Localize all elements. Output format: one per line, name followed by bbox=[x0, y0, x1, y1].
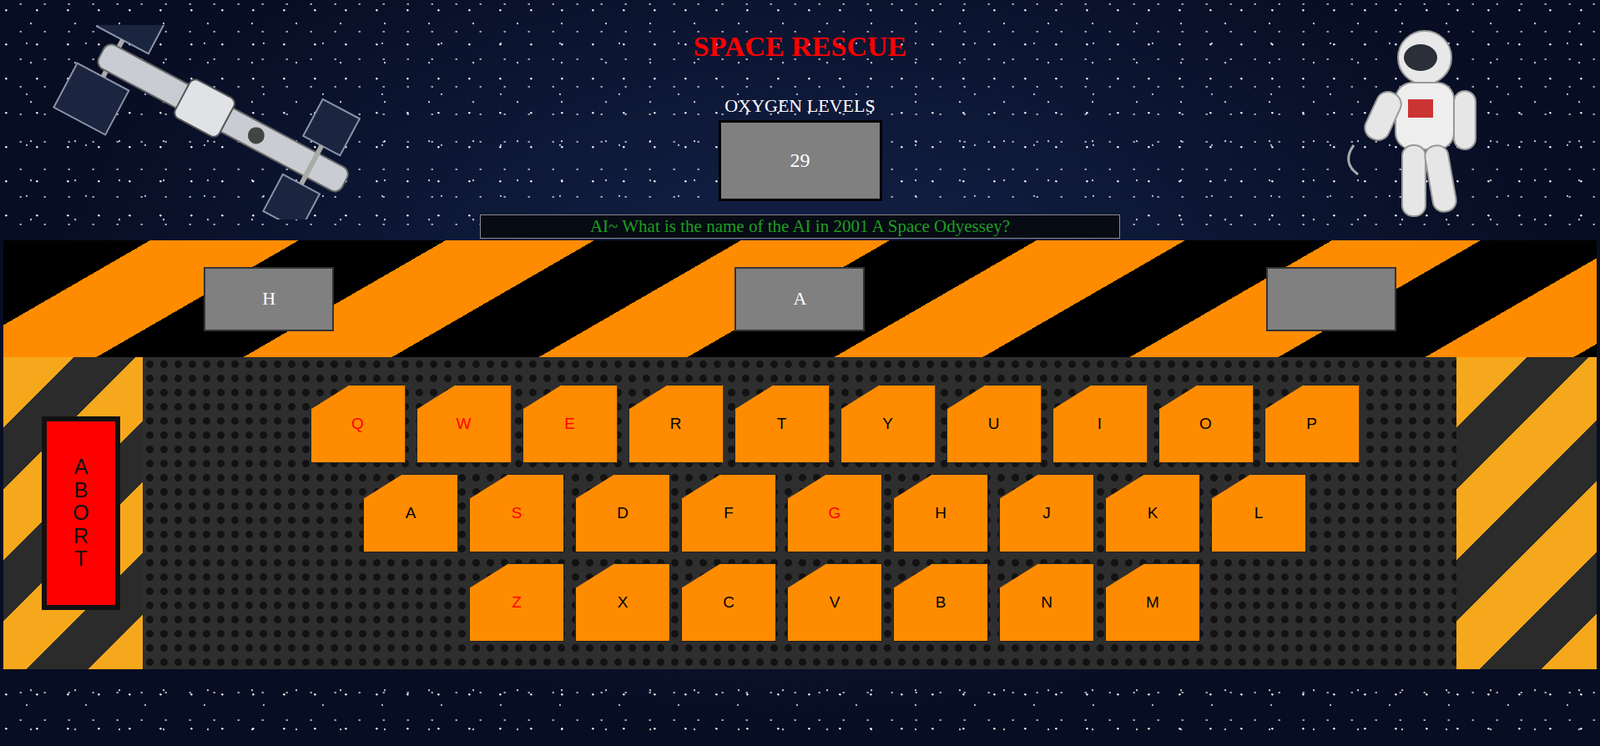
game-title: SPACE RESCUE bbox=[693, 30, 907, 64]
letter-key[interactable]: H bbox=[893, 474, 989, 553]
letter-key[interactable]: Y bbox=[840, 384, 936, 464]
letter-key[interactable]: J bbox=[999, 474, 1095, 553]
letter-key[interactable]: P bbox=[1264, 384, 1360, 464]
answer-band: HA bbox=[3, 240, 1597, 358]
answer-slot: A bbox=[734, 267, 865, 332]
oxygen-label: OXYGEN LEVELS bbox=[724, 96, 875, 116]
header: SPACE RESCUE OXYGEN LEVELS 29 AI~ What is t… bbox=[0, 0, 1600, 241]
keyboard-row: ASDFGHJKL bbox=[363, 474, 1307, 553]
keyboard-row: QWERTYUIOP bbox=[310, 384, 1360, 464]
letter-key[interactable]: Q bbox=[310, 384, 406, 464]
letter-key[interactable]: L bbox=[1211, 474, 1307, 553]
keyboard-row: ZXCVBNM bbox=[469, 563, 1201, 642]
game-screen: SPACE RESCUE OXYGEN LEVELS 29 AI~ What is t… bbox=[0, 0, 1600, 746]
letter-key[interactable]: U bbox=[946, 384, 1042, 464]
letter-key[interactable]: S bbox=[469, 474, 565, 553]
letter-key[interactable]: V bbox=[787, 563, 883, 642]
keyboard: QWERTYUIOPASDFGHJKLZXCVBNM bbox=[142, 357, 1457, 670]
letter-key[interactable]: W bbox=[416, 384, 512, 464]
letter-key[interactable]: N bbox=[999, 563, 1095, 642]
letter-key[interactable]: X bbox=[575, 563, 671, 642]
letter-key[interactable]: D bbox=[575, 474, 671, 553]
letter-key[interactable]: M bbox=[1105, 563, 1201, 642]
answer-slot bbox=[1266, 267, 1397, 332]
oxygen-level: 29 bbox=[718, 120, 883, 202]
letter-key[interactable]: R bbox=[628, 384, 724, 464]
answer-slot: H bbox=[203, 267, 334, 332]
astronaut-icon bbox=[1337, 20, 1490, 225]
letter-key[interactable]: G bbox=[787, 474, 883, 553]
abort-button[interactable]: ABORT bbox=[41, 416, 121, 611]
letter-key[interactable]: E bbox=[522, 384, 618, 464]
letter-key[interactable]: I bbox=[1052, 384, 1148, 464]
keyboard-panel: ABORTQWERTYUIOPASDFGHJKLZXCVBNM bbox=[3, 357, 1597, 670]
letter-key[interactable]: K bbox=[1105, 474, 1201, 553]
question-bar: AI~ What is the name of the AI in 2001 A… bbox=[479, 214, 1121, 239]
letter-key[interactable]: A bbox=[363, 474, 459, 553]
letter-key[interactable]: O bbox=[1158, 384, 1254, 464]
letter-key[interactable]: B bbox=[893, 563, 989, 642]
letter-key[interactable]: T bbox=[734, 384, 830, 464]
space-station-icon bbox=[50, 25, 410, 220]
letter-key[interactable]: F bbox=[681, 474, 777, 553]
letter-key[interactable]: Z bbox=[469, 563, 565, 642]
letter-key[interactable]: C bbox=[681, 563, 777, 642]
